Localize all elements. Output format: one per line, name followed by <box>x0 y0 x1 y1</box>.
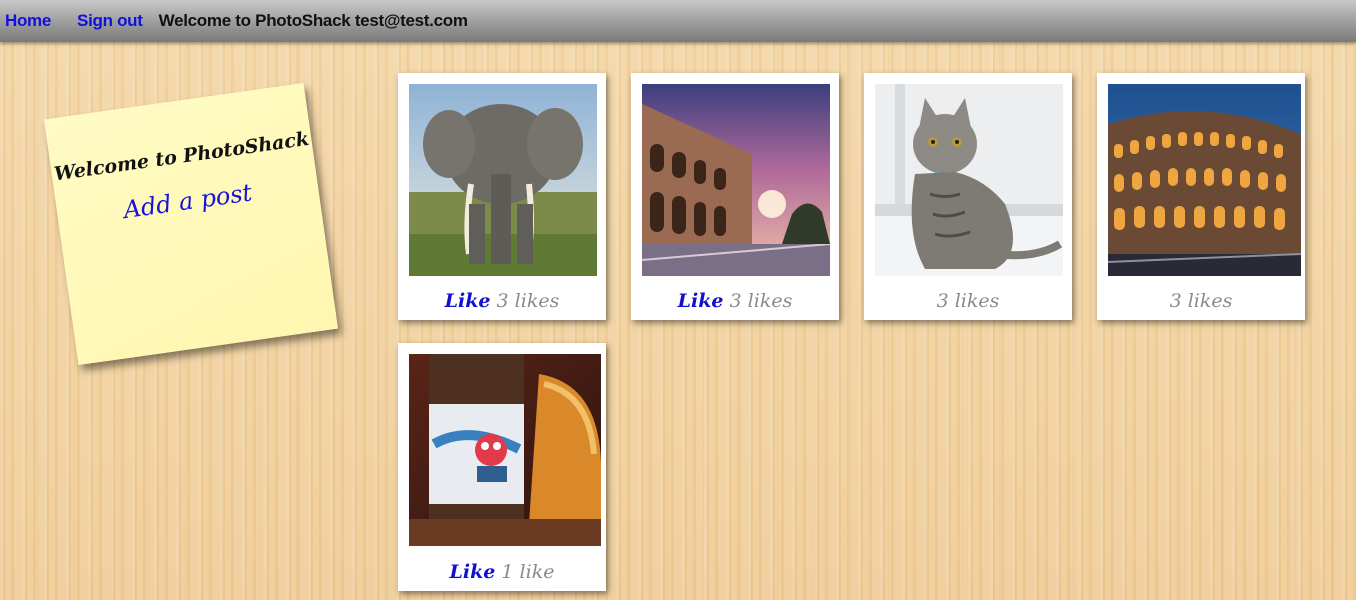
post-card: 3 likes <box>864 73 1072 320</box>
like-button[interactable]: Like <box>450 561 496 583</box>
post-image-cat[interactable] <box>875 84 1063 276</box>
post-caption: 3 likes <box>1097 290 1305 312</box>
post-caption: Like 3 likes <box>398 290 606 312</box>
likes-count: 3 likes <box>936 290 1000 312</box>
like-button[interactable]: Like <box>445 290 491 312</box>
likes-count: 3 likes <box>496 290 560 312</box>
likes-count: 1 like <box>501 561 555 583</box>
sticky-note: Welcome to PhotoShack Add a post <box>44 82 338 366</box>
post-card: Like 3 likes <box>631 73 839 320</box>
post-card: 3 likes <box>1097 73 1305 320</box>
post-image-elephant[interactable] <box>409 84 597 276</box>
sign-out-link[interactable]: Sign out <box>77 11 143 31</box>
likes-count: 3 likes <box>729 290 793 312</box>
post-image-arena[interactable] <box>642 84 830 276</box>
like-button[interactable]: Like <box>678 290 724 312</box>
post-image-beer[interactable] <box>409 354 601 546</box>
add-post-link[interactable]: Add a post <box>122 178 254 224</box>
top-nav-bar: Home Sign out Welcome to PhotoShack test… <box>0 0 1356 42</box>
post-image-colosseum[interactable] <box>1108 84 1301 276</box>
note-title: Welcome to PhotoShack <box>52 127 311 186</box>
home-link[interactable]: Home <box>5 11 51 31</box>
post-caption: Like 3 likes <box>631 290 839 312</box>
likes-count: 3 likes <box>1169 290 1233 312</box>
post-caption: Like 1 like <box>398 561 606 583</box>
post-card: Like 3 likes <box>398 73 606 320</box>
post-card: Like 1 like <box>398 343 606 591</box>
post-caption: 3 likes <box>864 290 1072 312</box>
welcome-message: Welcome to PhotoShack test@test.com <box>158 11 468 30</box>
